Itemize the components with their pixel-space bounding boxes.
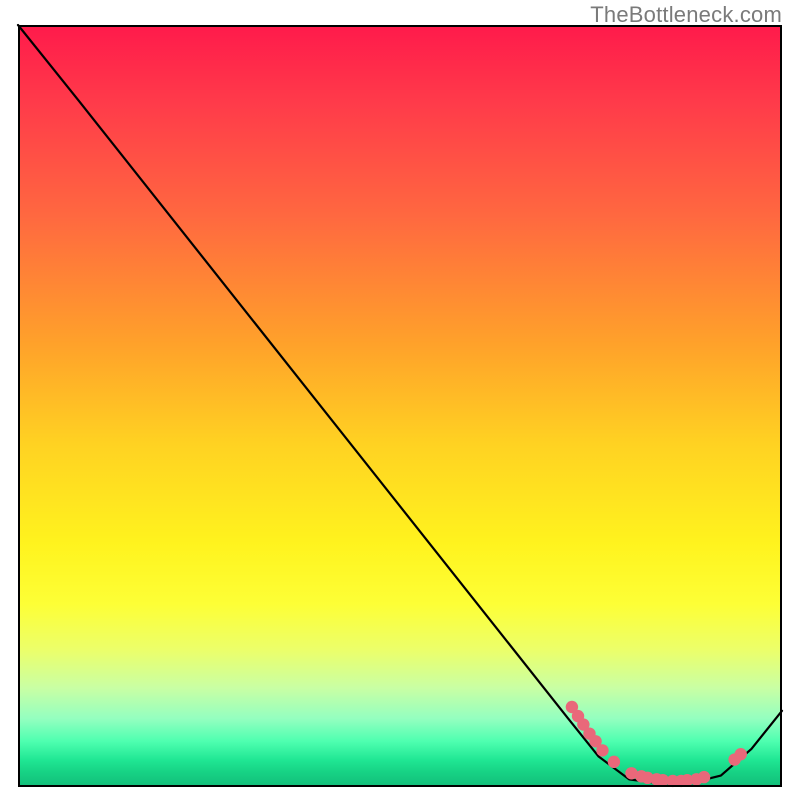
data-markers-group [566, 701, 747, 787]
data-marker [698, 771, 710, 783]
watermark-text: TheBottleneck.com [590, 2, 782, 28]
data-marker [608, 756, 620, 768]
data-marker [596, 744, 608, 756]
data-marker [735, 748, 747, 760]
bottleneck-curve [18, 25, 782, 783]
chart-svg [18, 25, 782, 787]
chart-stage: TheBottleneck.com [0, 0, 800, 800]
